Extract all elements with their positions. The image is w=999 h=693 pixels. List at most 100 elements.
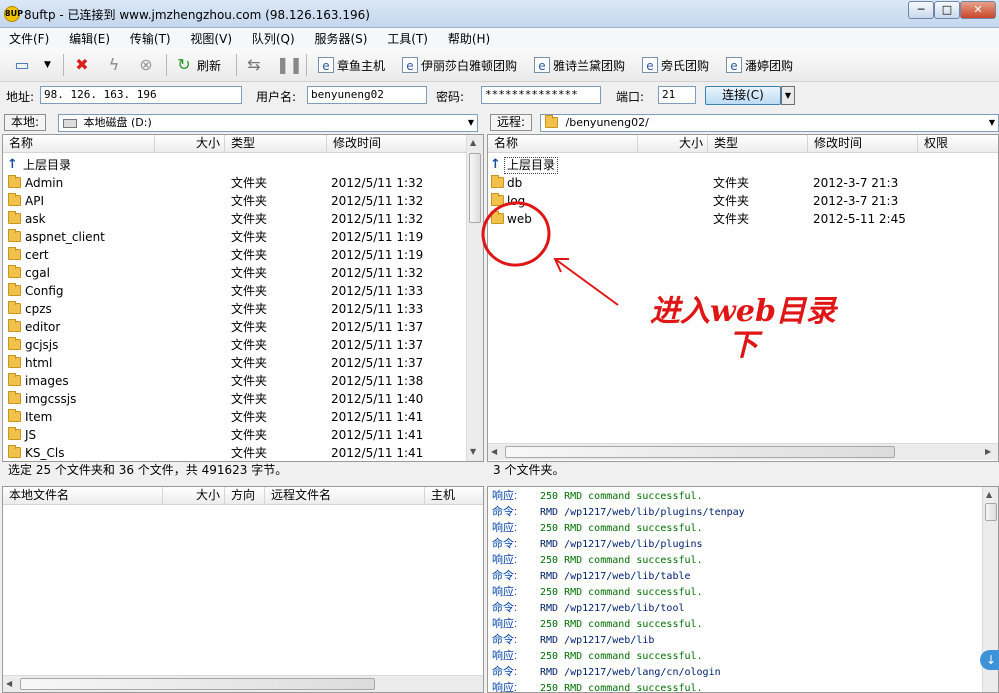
folder-icon	[8, 265, 21, 278]
connect-button[interactable]: 连接(C)	[705, 86, 781, 105]
scroll-thumb[interactable]	[505, 446, 895, 458]
scroll-thumb[interactable]	[985, 503, 997, 521]
log-label: 命令:	[492, 666, 518, 678]
folder-icon	[8, 283, 21, 296]
local-file-row[interactable]: images 文件夹 2012/5/11 1:38	[3, 372, 483, 390]
log-line: 命令: RMD /wp1217/web/lib/plugins	[492, 536, 703, 552]
col-modified[interactable]: 修改时间	[808, 135, 918, 153]
local-file-row[interactable]: JS 文件夹 2012/5/11 1:41	[3, 426, 483, 444]
file-name: gcjsjs	[25, 338, 59, 352]
col-name[interactable]: 名称	[488, 135, 638, 153]
col-size[interactable]: 大小	[155, 135, 225, 153]
quick-connect-button[interactable]: ϟ	[104, 54, 124, 76]
disconnect-button[interactable]: ✖	[72, 54, 92, 76]
port-field[interactable]: 21	[658, 86, 696, 104]
remote-column-header: 名称 大小 类型 修改时间 权限	[488, 135, 998, 153]
file-name: aspnet_client	[25, 230, 105, 244]
bookmark-4-button[interactable]: e 旁氏团购	[642, 54, 709, 76]
file-modified: 2012/5/11 1:37	[331, 356, 424, 370]
minimize-button[interactable]: ─	[908, 1, 934, 19]
scroll-down-icon[interactable]: ▼	[470, 447, 476, 456]
stop-button[interactable]: ⊗	[136, 54, 156, 76]
local-file-row[interactable]: Config 文件夹 2012/5/11 1:33	[3, 282, 483, 300]
bookmark-3-button[interactable]: e 雅诗兰黛团购	[534, 54, 625, 76]
col-permissions[interactable]: 权限	[918, 135, 998, 153]
bookmark-1-button[interactable]: e 章鱼主机	[318, 54, 385, 76]
local-file-row[interactable]: cgal 文件夹 2012/5/11 1:32	[3, 264, 483, 282]
site-manager-dropdown[interactable]: ▼	[44, 54, 51, 76]
scroll-thumb[interactable]	[20, 678, 375, 690]
refresh-button[interactable]: ↻ 刷新	[174, 54, 221, 76]
menu-tools[interactable]: 工具(T)	[378, 28, 435, 48]
username-field[interactable]: benyuneng02	[307, 86, 427, 104]
sync-button[interactable]: ⇆	[244, 54, 264, 76]
col-host[interactable]: 主机	[425, 487, 483, 505]
app-logo-icon: 8UP	[4, 6, 23, 22]
menu-edit[interactable]: 编辑(E)	[60, 28, 117, 48]
col-size[interactable]: 大小	[638, 135, 708, 153]
local-file-row[interactable]: imgcssjs 文件夹 2012/5/11 1:40	[3, 390, 483, 408]
file-type: 文件夹	[231, 248, 268, 262]
col-type[interactable]: 类型	[708, 135, 808, 153]
local-file-row[interactable]: html 文件夹 2012/5/11 1:37	[3, 354, 483, 372]
log-message: 250 RMD command successful.	[540, 651, 703, 662]
col-size[interactable]: 大小	[163, 487, 225, 505]
log-message: RMD /wp1217/web/lib/tool	[540, 603, 685, 614]
menu-help[interactable]: 帮助(H)	[439, 28, 497, 48]
local-file-row[interactable]: aspnet_client 文件夹 2012/5/11 1:19	[3, 228, 483, 246]
remote-path-select[interactable]: /benyuneng02/ ▼	[540, 114, 999, 132]
download-arrow-icon[interactable]: ↓	[980, 650, 999, 670]
col-local-filename[interactable]: 本地文件名	[3, 487, 163, 505]
remote-up-dir-row[interactable]: ↑ 上层目录	[488, 156, 998, 174]
local-file-row[interactable]: gcjsjs 文件夹 2012/5/11 1:37	[3, 336, 483, 354]
col-name[interactable]: 名称	[3, 135, 155, 153]
queue-horizontal-scrollbar[interactable]: ◀	[3, 675, 483, 692]
local-file-row[interactable]: editor 文件夹 2012/5/11 1:37	[3, 318, 483, 336]
local-file-row[interactable]: cpzs 文件夹 2012/5/11 1:33	[3, 300, 483, 318]
bookmark-5-button[interactable]: e 潘婷团购	[726, 54, 793, 76]
password-field[interactable]: **************	[481, 86, 601, 104]
local-file-row[interactable]: Admin 文件夹 2012/5/11 1:32	[3, 174, 483, 192]
log-message: RMD /wp1217/web/lib/plugins/tenpay	[540, 507, 745, 518]
local-file-row[interactable]: KS_Cls 文件夹 2012/5/11 1:41	[3, 444, 483, 461]
file-modified: 2012/5/11 1:19	[331, 230, 424, 244]
col-type[interactable]: 类型	[225, 135, 327, 153]
scroll-up-icon[interactable]: ▲	[470, 138, 476, 147]
local-file-row[interactable]: API 文件夹 2012/5/11 1:32	[3, 192, 483, 210]
local-file-row[interactable]: Item 文件夹 2012/5/11 1:41	[3, 408, 483, 426]
log-line: 响应: 250 RMD command successful.	[492, 552, 703, 568]
scroll-left-icon[interactable]: ◀	[491, 447, 497, 456]
menu-view[interactable]: 视图(V)	[181, 28, 239, 48]
menu-transfer[interactable]: 传输(T)	[121, 28, 178, 48]
bookmark-2-button[interactable]: e 伊丽莎白雅顿团购	[402, 54, 517, 76]
local-path-bar: 本地: 本地磁盘 (D:) ▼	[0, 111, 484, 133]
local-path-select[interactable]: 本地磁盘 (D:) ▼	[58, 114, 478, 132]
col-modified[interactable]: 修改时间	[327, 135, 467, 153]
scroll-up-icon[interactable]: ▲	[986, 490, 992, 499]
up-dir-label: 上层目录	[504, 157, 559, 174]
local-file-row[interactable]: ask 文件夹 2012/5/11 1:32	[3, 210, 483, 228]
menu-file[interactable]: 文件(F)	[0, 28, 56, 48]
file-modified: 2012/5/11 1:41	[331, 446, 424, 460]
log-panel: 响应: 250 RMD command successful. 命令: RMD /wp…	[487, 486, 999, 693]
file-name: JS	[25, 428, 37, 442]
scroll-left-icon[interactable]: ◀	[6, 679, 12, 688]
menu-queue[interactable]: 队列(Q)	[243, 28, 302, 48]
file-name: editor	[25, 320, 61, 334]
close-button[interactable]: ✕	[960, 1, 996, 19]
connect-dropdown-icon[interactable]: ▼	[781, 86, 795, 105]
scroll-right-icon[interactable]: ▶	[985, 447, 991, 456]
maximize-button[interactable]: □	[934, 1, 960, 19]
file-name: Config	[25, 284, 64, 298]
col-direction[interactable]: 方向	[225, 487, 265, 505]
pause-button[interactable]: ❚❚	[276, 54, 303, 76]
remote-file-row[interactable]: db 文件夹 2012-3-7 21:3	[488, 174, 998, 192]
site-manager-button[interactable]: ▭	[12, 54, 32, 76]
local-file-row[interactable]: cert 文件夹 2012/5/11 1:19	[3, 246, 483, 264]
menu-server[interactable]: 服务器(S)	[305, 28, 374, 48]
log-message: 250 RMD command successful.	[540, 491, 703, 502]
local-up-dir-row[interactable]: ↑ 上层目录	[3, 156, 483, 174]
col-remote-filename[interactable]: 远程文件名	[265, 487, 425, 505]
address-field[interactable]: 98. 126. 163. 196	[40, 86, 242, 104]
remote-horizontal-scrollbar[interactable]: ◀ ▶	[488, 443, 998, 460]
